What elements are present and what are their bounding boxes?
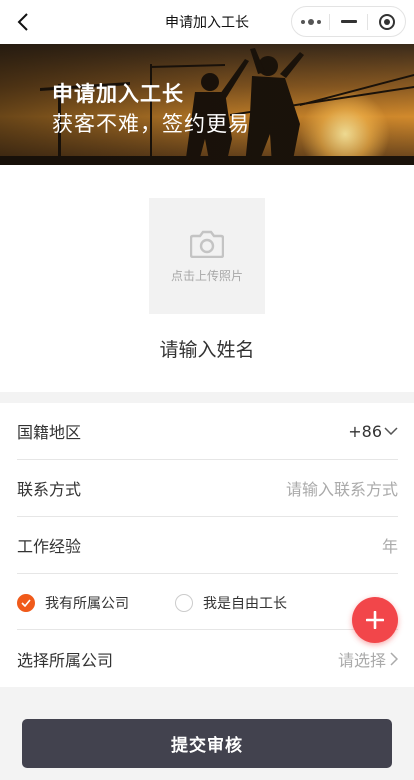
submit-button[interactable]: 提交审核 <box>22 719 392 768</box>
navigation-bar: 申请加入工长 <box>0 0 414 44</box>
radio-label: 我有所属公司 <box>45 596 129 612</box>
contact-row: 联系方式 请输入联系方式 <box>17 460 398 517</box>
radio-unchecked-icon <box>175 594 193 612</box>
country-code-value: +86 <box>348 421 382 441</box>
upload-photo-label: 点击上传照片 <box>170 269 243 283</box>
radio-freelance[interactable]: 我是自由工长 <box>175 593 287 613</box>
company-row[interactable]: 选择所属公司 请选择 <box>17 630 398 687</box>
minus-icon <box>340 20 357 23</box>
plus-icon <box>366 611 384 629</box>
experience-label: 工作经验 <box>17 537 82 556</box>
company-placeholder: 请选择 <box>337 650 386 670</box>
nationality-select[interactable]: +86 <box>348 422 398 441</box>
name-input[interactable]: 请输入姓名 <box>0 335 414 362</box>
experience-row: 工作经验 年 <box>17 517 398 574</box>
nationality-label: 国籍地区 <box>17 423 82 442</box>
application-form: 国籍地区 +86 联系方式 请输入联系方式 工作经验 年 我有所属公司 我是自由… <box>0 403 414 687</box>
company-label: 选择所属公司 <box>17 650 114 670</box>
photo-upload-button[interactable]: 点击上传照片 <box>149 198 265 314</box>
minimize-button[interactable] <box>330 7 367 36</box>
profile-section: 点击上传照片 请输入姓名 <box>0 165 414 392</box>
radio-checked-icon <box>17 594 35 612</box>
banner: 申请加入工长 获客不难，签约更易 <box>0 44 414 165</box>
company-type-radio-group: 我有所属公司 我是自由工长 <box>17 575 398 630</box>
add-floating-button[interactable] <box>352 597 398 643</box>
camera-icon <box>190 230 224 258</box>
company-select[interactable]: 请选择 <box>338 647 398 671</box>
experience-input[interactable]: 年 <box>382 533 398 557</box>
chevron-right-icon <box>390 651 398 666</box>
banner-subtitle: 获客不难，签约更易 <box>52 112 250 136</box>
banner-title: 申请加入工长 <box>52 82 184 106</box>
chevron-down-icon <box>384 427 398 435</box>
more-button[interactable] <box>292 7 329 36</box>
radio-has-company[interactable]: 我有所属公司 <box>17 593 129 613</box>
radio-label: 我是自由工长 <box>203 596 287 612</box>
more-dots-icon <box>300 18 321 25</box>
close-button[interactable] <box>368 7 405 36</box>
mini-program-capsule <box>291 6 406 37</box>
target-icon <box>378 13 395 30</box>
contact-input[interactable]: 请输入联系方式 <box>286 476 398 500</box>
contact-label: 联系方式 <box>17 480 82 499</box>
nationality-row[interactable]: 国籍地区 +86 <box>17 403 398 460</box>
